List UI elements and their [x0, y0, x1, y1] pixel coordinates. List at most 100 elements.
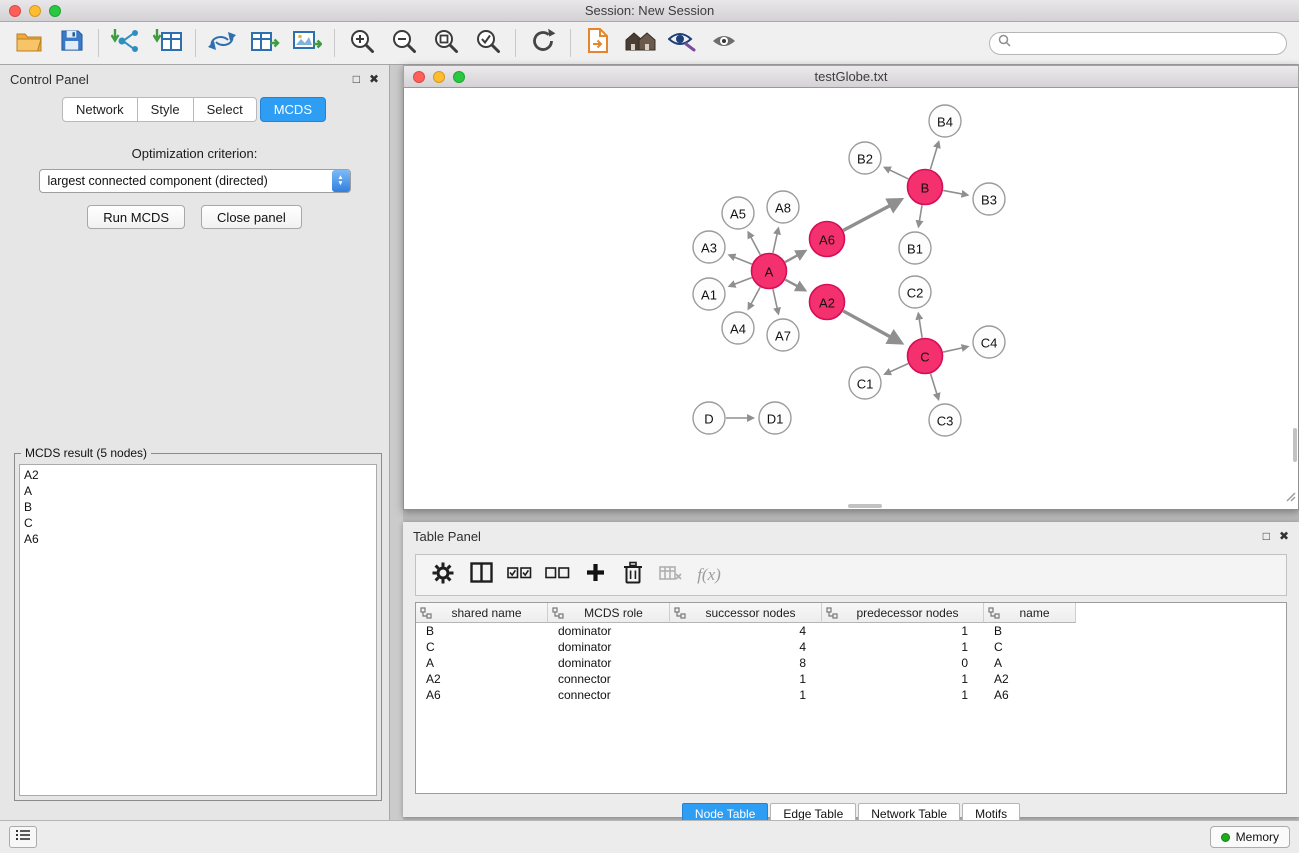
- table-cell[interactable]: 1: [822, 624, 984, 638]
- network-node-D[interactable]: D: [693, 402, 725, 434]
- network-edge-A-A8[interactable]: [773, 228, 778, 253]
- zoom-selected-button[interactable]: [467, 26, 509, 60]
- result-item[interactable]: A6: [24, 531, 376, 547]
- column-header-successor-nodes[interactable]: successor nodes: [670, 603, 822, 623]
- tab-mcds[interactable]: MCDS: [260, 97, 326, 122]
- table-cell[interactable]: C: [984, 640, 1076, 654]
- table-cell[interactable]: A6: [984, 688, 1076, 702]
- table-row[interactable]: Bdominator41B: [416, 623, 1286, 639]
- table-cell[interactable]: dominator: [548, 640, 670, 654]
- search-input[interactable]: [1016, 36, 1278, 50]
- open-session-button[interactable]: [8, 26, 50, 60]
- delete-table-button[interactable]: [654, 559, 688, 591]
- network-node-A5[interactable]: A5: [722, 197, 754, 229]
- table-cell[interactable]: connector: [548, 688, 670, 702]
- network-node-C[interactable]: C: [908, 339, 943, 374]
- network-edge-B-B3[interactable]: [943, 190, 968, 195]
- deselect-all-button[interactable]: [540, 559, 574, 591]
- network-node-A4[interactable]: A4: [722, 312, 754, 344]
- network-node-B2[interactable]: B2: [849, 142, 881, 174]
- table-cell[interactable]: dominator: [548, 656, 670, 670]
- network-node-A3[interactable]: A3: [693, 231, 725, 263]
- network-node-B4[interactable]: B4: [929, 105, 961, 137]
- network-node-C2[interactable]: C2: [899, 276, 931, 308]
- table-cell[interactable]: A6: [416, 688, 548, 702]
- network-edge-C-C1[interactable]: [885, 364, 909, 375]
- table-cell[interactable]: 0: [822, 656, 984, 670]
- network-edge-C-C3[interactable]: [931, 374, 939, 400]
- refresh-button[interactable]: [522, 26, 564, 60]
- zoom-in-button[interactable]: [341, 26, 383, 60]
- visibility-button[interactable]: [703, 26, 745, 60]
- network-edge-C-C4[interactable]: [943, 347, 968, 352]
- network-edge-A-A7[interactable]: [773, 289, 778, 314]
- table-cell[interactable]: 4: [670, 640, 822, 654]
- vertical-scrollbar-thumb[interactable]: [1293, 428, 1297, 462]
- show-columns-button[interactable]: [464, 559, 498, 591]
- table-row[interactable]: Cdominator41C: [416, 639, 1286, 655]
- tab-select[interactable]: Select: [193, 97, 257, 122]
- network-node-A6[interactable]: A6: [810, 222, 845, 257]
- table-row[interactable]: A2connector11A2: [416, 671, 1286, 687]
- tab-network[interactable]: Network: [62, 97, 138, 122]
- table-settings-button[interactable]: [426, 559, 460, 591]
- table-cell[interactable]: connector: [548, 672, 670, 686]
- table-row[interactable]: Adominator80A: [416, 655, 1286, 671]
- table-cell[interactable]: B: [984, 624, 1076, 638]
- network-edge-B-B2[interactable]: [884, 167, 908, 179]
- select-all-button[interactable]: [502, 559, 536, 591]
- network-node-C4[interactable]: C4: [973, 326, 1005, 358]
- table-cell[interactable]: A: [984, 656, 1076, 670]
- table-cell[interactable]: 1: [822, 688, 984, 702]
- network-window-titlebar[interactable]: testGlobe.txt: [403, 65, 1299, 88]
- network-node-B3[interactable]: B3: [973, 183, 1005, 215]
- table-cell[interactable]: 1: [822, 672, 984, 686]
- result-item[interactable]: A: [24, 483, 376, 499]
- table-cell[interactable]: dominator: [548, 624, 670, 638]
- zoom-fit-button[interactable]: [425, 26, 467, 60]
- horizontal-scrollbar-thumb[interactable]: [848, 504, 882, 508]
- memory-button[interactable]: Memory: [1210, 826, 1290, 848]
- network-edge-A-A3[interactable]: [729, 255, 752, 264]
- network-graph[interactable]: B4B2BB3A5A8A6B1A3AC2A1A2A4A7C4CC1C3DD1: [404, 88, 1298, 509]
- window-titlebar[interactable]: Session: New Session: [0, 0, 1299, 22]
- network-edge-B-B4[interactable]: [930, 142, 938, 170]
- network-node-C1[interactable]: C1: [849, 367, 881, 399]
- network-edge-A-A4[interactable]: [748, 287, 760, 309]
- tab-style[interactable]: Style: [137, 97, 194, 122]
- home-button[interactable]: [619, 26, 661, 60]
- network-edge-A-A2[interactable]: [785, 280, 805, 291]
- table-cell[interactable]: 1: [670, 672, 822, 686]
- mcds-result-list[interactable]: A2ABCA6: [19, 464, 377, 796]
- network-node-D1[interactable]: D1: [759, 402, 791, 434]
- close-panel-button[interactable]: Close panel: [201, 205, 302, 229]
- export-table-button[interactable]: [244, 26, 286, 60]
- network-node-A[interactable]: A: [752, 254, 787, 289]
- add-column-button[interactable]: [578, 559, 612, 591]
- network-edge-A-A1[interactable]: [729, 278, 752, 287]
- network-node-A2[interactable]: A2: [810, 285, 845, 320]
- table-cell[interactable]: 4: [670, 624, 822, 638]
- table-cell[interactable]: C: [416, 640, 548, 654]
- import-table-button[interactable]: [147, 26, 189, 60]
- delete-column-button[interactable]: [616, 559, 650, 591]
- network-node-B[interactable]: B: [908, 170, 943, 205]
- network-node-A8[interactable]: A8: [767, 191, 799, 223]
- result-item[interactable]: B: [24, 499, 376, 515]
- import-network-button[interactable]: [105, 26, 147, 60]
- column-header-shared-name[interactable]: shared name: [416, 603, 548, 623]
- zoom-out-button[interactable]: [383, 26, 425, 60]
- table-cell[interactable]: A2: [416, 672, 548, 686]
- network-canvas[interactable]: B4B2BB3A5A8A6B1A3AC2A1A2A4A7C4CC1C3DD1: [403, 88, 1299, 510]
- optimization-criterion-select[interactable]: largest connected component (directed) ▲…: [39, 169, 351, 193]
- close-table-panel-icon[interactable]: ✖: [1279, 529, 1289, 543]
- column-header-mcds-role[interactable]: MCDS role: [548, 603, 670, 623]
- open-document-button[interactable]: [577, 26, 619, 60]
- column-header-name[interactable]: name: [984, 603, 1076, 623]
- close-panel-icon[interactable]: ✖: [369, 72, 379, 86]
- table-row[interactable]: A6connector11A6: [416, 687, 1286, 703]
- result-item[interactable]: A2: [24, 467, 376, 483]
- float-panel-icon[interactable]: □: [353, 72, 360, 86]
- network-node-B1[interactable]: B1: [899, 232, 931, 264]
- resize-grip-icon[interactable]: [1284, 489, 1296, 507]
